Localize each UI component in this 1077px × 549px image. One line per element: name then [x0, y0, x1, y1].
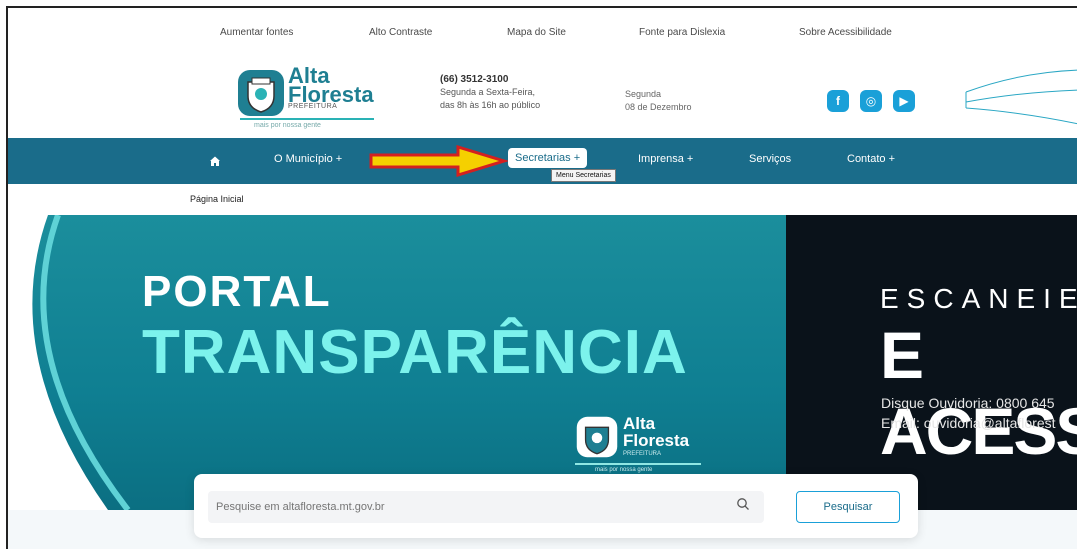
banner-logo-line2: Floresta: [623, 431, 690, 450]
nav-item-municipio[interactable]: O Município +: [274, 153, 342, 165]
nav-item-secretarias[interactable]: Secretarias +: [508, 148, 588, 168]
decorative-wave-icon: [965, 69, 1077, 125]
accessibility-bar: Aumentar fontes Alto Contraste Mapa do S…: [8, 8, 1077, 52]
coat-of-arms-icon: [238, 70, 284, 116]
banner-logo-wordmark: Alta Floresta: [623, 415, 689, 449]
logo-underline: [240, 118, 374, 120]
site-logo[interactable]: Alta Floresta PREFEITURA mais por nossa …: [234, 65, 384, 136]
ombudsman-email: Email: ouvidoria@altaflorest: [881, 415, 1056, 431]
home-icon[interactable]: [209, 155, 221, 167]
contact-info: (66) 3512-3100 Segunda a Sexta-Feira, da…: [440, 73, 540, 112]
banner-coat-of-arms-icon: [576, 416, 618, 458]
logo-line2: Floresta: [288, 82, 374, 107]
search-input[interactable]: [208, 491, 764, 523]
browser-viewport: Aumentar fontes Alto Contraste Mapa do S…: [6, 6, 1077, 549]
increase-font-link[interactable]: Aumentar fontes: [220, 27, 293, 38]
instagram-icon[interactable]: ◎: [860, 90, 882, 112]
high-contrast-link[interactable]: Alto Contraste: [369, 27, 432, 38]
banner-title-line1: PORTAL: [142, 267, 332, 316]
search-icon[interactable]: [736, 497, 750, 511]
search-panel: Pesquisar: [194, 474, 918, 538]
current-date: Segunda 08 de Dezembro: [625, 88, 692, 114]
banner-logo-underline: [575, 463, 701, 465]
banner-title-line2: TRANSPARÊNCIA: [142, 318, 688, 387]
tooltip: Menu Secretarias: [551, 169, 616, 182]
date-day: Segunda: [625, 89, 662, 99]
logo-subtitle: PREFEITURA: [288, 103, 338, 110]
nav-item-servicos[interactable]: Serviços: [749, 153, 791, 165]
ombudsman-phone: Disque Ouvidoria: 0800 645: [881, 395, 1055, 411]
main-nav: O Município + Secretarias + Imprensa + S…: [8, 138, 1077, 184]
search-button[interactable]: Pesquisar: [796, 491, 900, 523]
youtube-icon[interactable]: ▶: [893, 90, 915, 112]
logo-tagline: mais por nossa gente: [254, 122, 321, 129]
facebook-icon[interactable]: f: [827, 90, 849, 112]
breadcrumb[interactable]: Página Inicial: [190, 194, 244, 204]
about-accessibility-link[interactable]: Sobre Acessibilidade: [799, 27, 892, 38]
phone-number: (66) 3512-3100: [440, 74, 509, 85]
nav-item-contato[interactable]: Contato +: [847, 153, 895, 165]
nav-item-imprensa[interactable]: Imprensa +: [638, 153, 693, 165]
dyslexia-font-link[interactable]: Fonte para Dislexia: [639, 27, 725, 38]
hours-line1: Segunda a Sexta-Feira,: [440, 87, 536, 97]
annotation-arrow-icon: [369, 145, 508, 177]
banner-access-text: E ACESSE: [880, 318, 1077, 468]
hours-line2: das 8h às 16h ao público: [440, 100, 541, 110]
site-map-link[interactable]: Mapa do Site: [507, 27, 566, 38]
banner-scan-text: ESCANEIE: [880, 283, 1077, 314]
banner-logo-subtitle: PREFEITURA: [623, 451, 662, 457]
date-text: 08 de Dezembro: [625, 102, 692, 112]
hero-banner[interactable]: PORTAL TRANSPARÊNCIA ESCANEIE E ACESSE D…: [8, 215, 1077, 510]
banner-logo-tagline: mais por nossa gente: [595, 467, 653, 473]
logo-wordmark: Alta Floresta: [288, 65, 374, 107]
banner-wave-decoration: [8, 215, 131, 510]
banner-logo-line1: Alta: [623, 414, 656, 433]
